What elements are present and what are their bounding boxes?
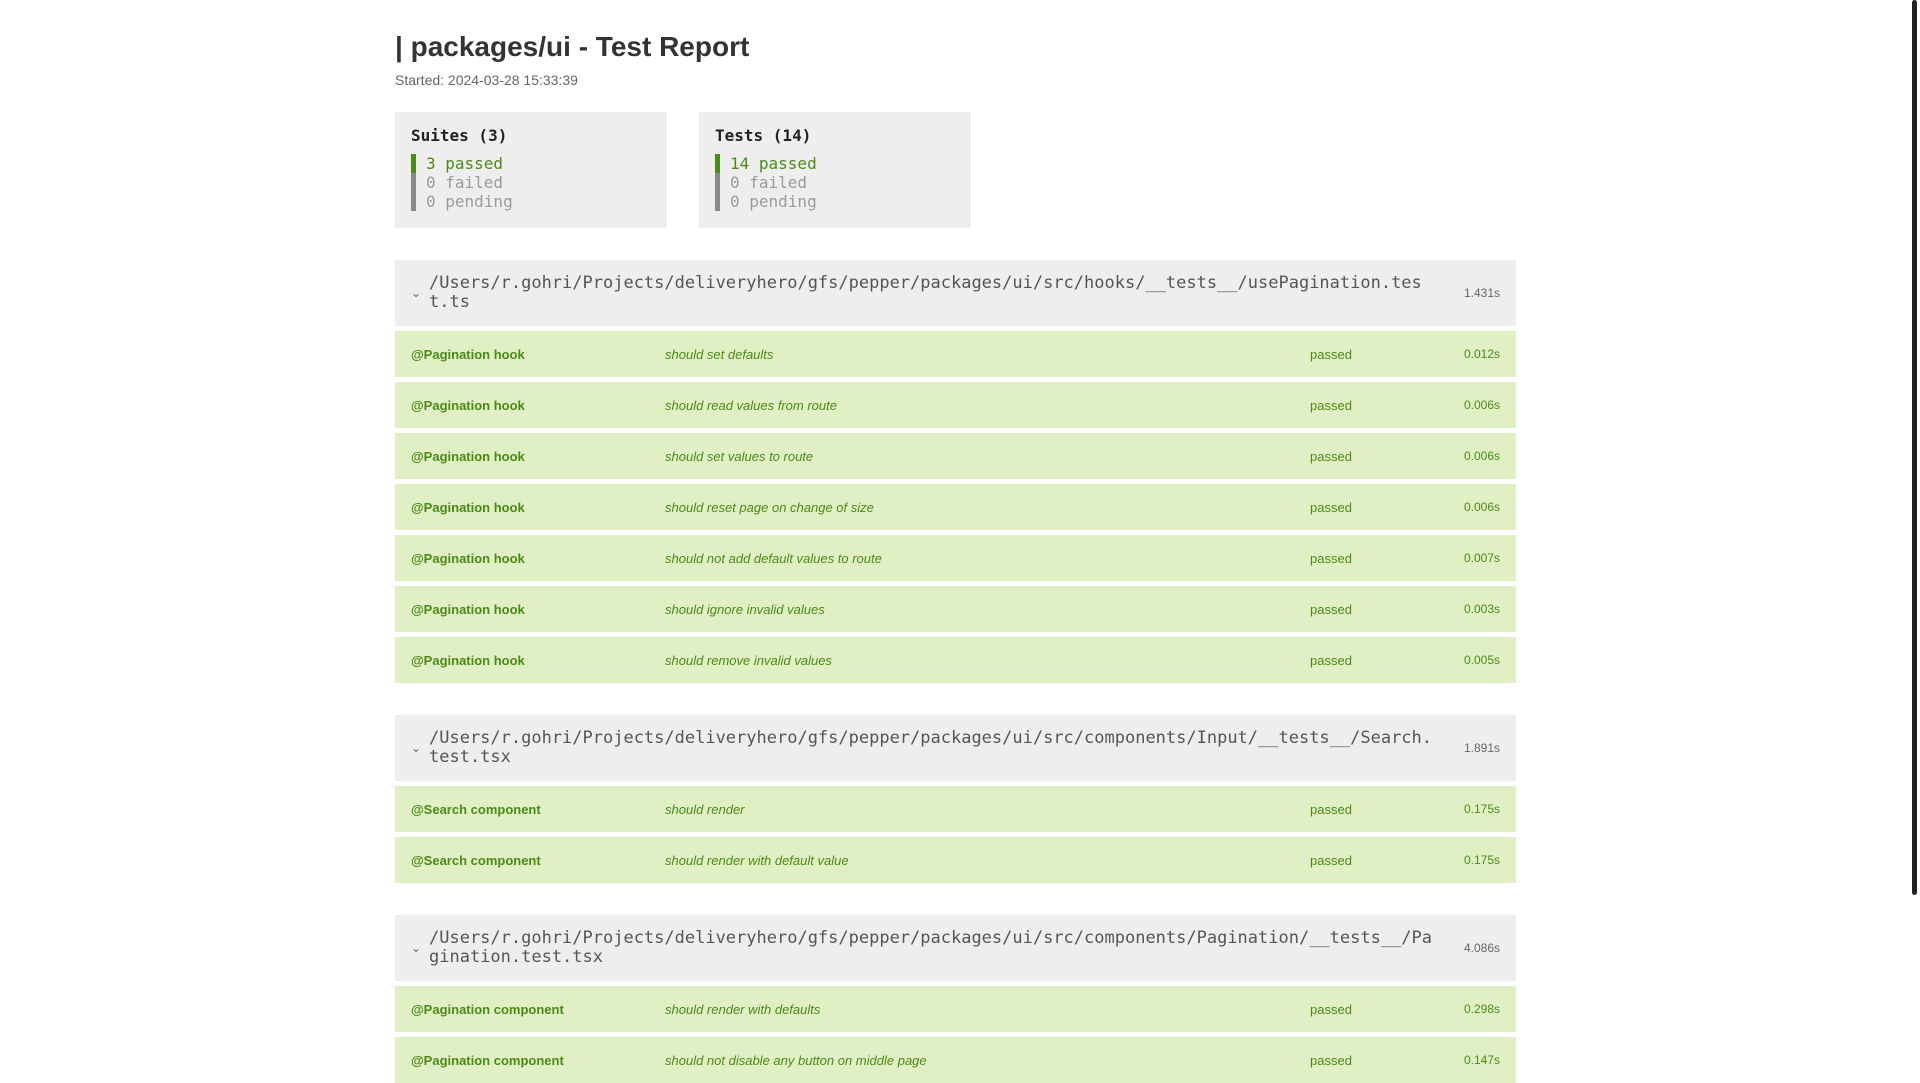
- test-duration: 0.175s: [1463, 853, 1500, 867]
- suite-path: /Users/r.gohri/Projects/deliveryhero/gfs…: [429, 728, 1433, 767]
- test-name: should read values from route: [665, 397, 837, 413]
- test-name: should render with defaults: [665, 1001, 821, 1017]
- test-status: passed: [1310, 1001, 1352, 1017]
- test-suite-name: @Search component: [411, 852, 541, 868]
- suite-duration: 1.431s: [1463, 286, 1500, 300]
- suite-section: ⌄ /Users/r.gohri/Projects/deliveryhero/g…: [395, 915, 1516, 1083]
- test-name: should set defaults: [665, 346, 774, 362]
- started-timestamp: Started: 2024-03-28 15:33:39: [395, 72, 578, 88]
- test-row: @Pagination hook should set defaults pas…: [395, 331, 1516, 377]
- test-name: should not add default values to route: [665, 550, 882, 566]
- test-status: passed: [1310, 550, 1352, 566]
- suites-failed-count: 0 failed: [411, 173, 651, 192]
- test-row: @Pagination hook should remove invalid v…: [395, 637, 1516, 683]
- test-duration: 0.003s: [1463, 602, 1500, 616]
- test-suite-name: @Pagination hook: [411, 499, 525, 515]
- tests-failed-count: 0 failed: [715, 173, 955, 192]
- test-suite-name: @Pagination hook: [411, 550, 525, 566]
- suite-header[interactable]: ⌄ /Users/r.gohri/Projects/deliveryhero/g…: [395, 260, 1516, 326]
- suites-pending-count: 0 pending: [411, 192, 651, 211]
- test-status: passed: [1310, 852, 1352, 868]
- report-container: | packages/ui - Test Report Started: 202…: [395, 0, 1516, 1083]
- page-title: | packages/ui - Test Report: [395, 31, 750, 62]
- test-duration: 0.007s: [1463, 551, 1500, 565]
- test-row: @Pagination component should render with…: [395, 986, 1516, 1032]
- test-status: passed: [1310, 397, 1352, 413]
- scrollbar-thumb[interactable]: [1912, 0, 1917, 895]
- test-name: should remove invalid values: [665, 652, 832, 668]
- suites-summary-title: Suites (3): [411, 126, 508, 145]
- test-status: passed: [1310, 1052, 1352, 1068]
- test-duration: 0.006s: [1463, 500, 1500, 514]
- test-row: @Search component should render with def…: [395, 837, 1516, 883]
- test-row: @Pagination hook should read values from…: [395, 382, 1516, 428]
- chevron-down-icon[interactable]: ⌄: [411, 941, 429, 955]
- tests-passed-count: 14 passed: [715, 154, 955, 173]
- tests-summary: Tests (14) 14 passed 0 failed 0 pending: [699, 112, 971, 228]
- test-suite-name: @Pagination hook: [411, 397, 525, 413]
- suite-duration: 4.086s: [1463, 941, 1500, 955]
- page-scrollbar[interactable]: [1906, 0, 1920, 1080]
- test-duration: 0.006s: [1463, 398, 1500, 412]
- tests-pending-count: 0 pending: [715, 192, 955, 211]
- suite-path: /Users/r.gohri/Projects/deliveryhero/gfs…: [429, 273, 1422, 312]
- test-name: should not disable any button on middle …: [665, 1052, 927, 1068]
- test-suite-name: @Pagination component: [411, 1052, 564, 1068]
- test-status: passed: [1310, 499, 1352, 515]
- test-name: should render with default value: [665, 852, 849, 868]
- suite-path: /Users/r.gohri/Projects/deliveryhero/gfs…: [429, 928, 1433, 967]
- suite-section: ⌄ /Users/r.gohri/Projects/deliveryhero/g…: [395, 260, 1516, 683]
- suite-duration: 1.891s: [1463, 741, 1500, 755]
- test-suite-name: @Search component: [411, 801, 541, 817]
- test-status: passed: [1310, 601, 1352, 617]
- suites-summary: Suites (3) 3 passed 0 failed 0 pending: [395, 112, 667, 228]
- chevron-down-icon[interactable]: ⌄: [411, 741, 429, 755]
- test-row: @Pagination hook should not add default …: [395, 535, 1516, 581]
- test-duration: 0.012s: [1463, 347, 1500, 361]
- test-status: passed: [1310, 346, 1352, 362]
- suite-section: ⌄ /Users/r.gohri/Projects/deliveryhero/g…: [395, 715, 1516, 883]
- test-suite-name: @Pagination hook: [411, 448, 525, 464]
- test-suite-name: @Pagination hook: [411, 652, 525, 668]
- tests-summary-title: Tests (14): [715, 126, 812, 145]
- suites-passed-count: 3 passed: [411, 154, 651, 173]
- test-suite-name: @Pagination component: [411, 1001, 564, 1017]
- test-name: should set values to route: [665, 448, 814, 464]
- test-duration: 0.175s: [1463, 802, 1500, 816]
- test-duration: 0.005s: [1463, 653, 1500, 667]
- test-status: passed: [1310, 801, 1352, 817]
- test-suite-name: @Pagination hook: [411, 346, 525, 362]
- test-suite-name: @Pagination hook: [411, 601, 525, 617]
- suite-header[interactable]: ⌄ /Users/r.gohri/Projects/deliveryhero/g…: [395, 715, 1516, 781]
- suite-header[interactable]: ⌄ /Users/r.gohri/Projects/deliveryhero/g…: [395, 915, 1516, 981]
- test-duration: 0.006s: [1463, 449, 1500, 463]
- test-duration: 0.147s: [1463, 1053, 1500, 1067]
- test-row: @Pagination hook should ignore invalid v…: [395, 586, 1516, 632]
- test-name: should ignore invalid values: [665, 601, 825, 617]
- test-status: passed: [1310, 448, 1352, 464]
- test-status: passed: [1310, 652, 1352, 668]
- summary-row: Suites (3) 3 passed 0 failed 0 pending T…: [395, 112, 1516, 228]
- test-duration: 0.298s: [1463, 1002, 1500, 1016]
- test-name: should reset page on change of size: [665, 499, 874, 515]
- test-row: @Search component should render passed 0…: [395, 786, 1516, 832]
- chevron-down-icon[interactable]: ⌄: [411, 286, 429, 300]
- test-row: @Pagination component should not disable…: [395, 1037, 1516, 1083]
- test-row: @Pagination hook should set values to ro…: [395, 433, 1516, 479]
- test-row: @Pagination hook should reset page on ch…: [395, 484, 1516, 530]
- test-name: should render: [665, 801, 745, 817]
